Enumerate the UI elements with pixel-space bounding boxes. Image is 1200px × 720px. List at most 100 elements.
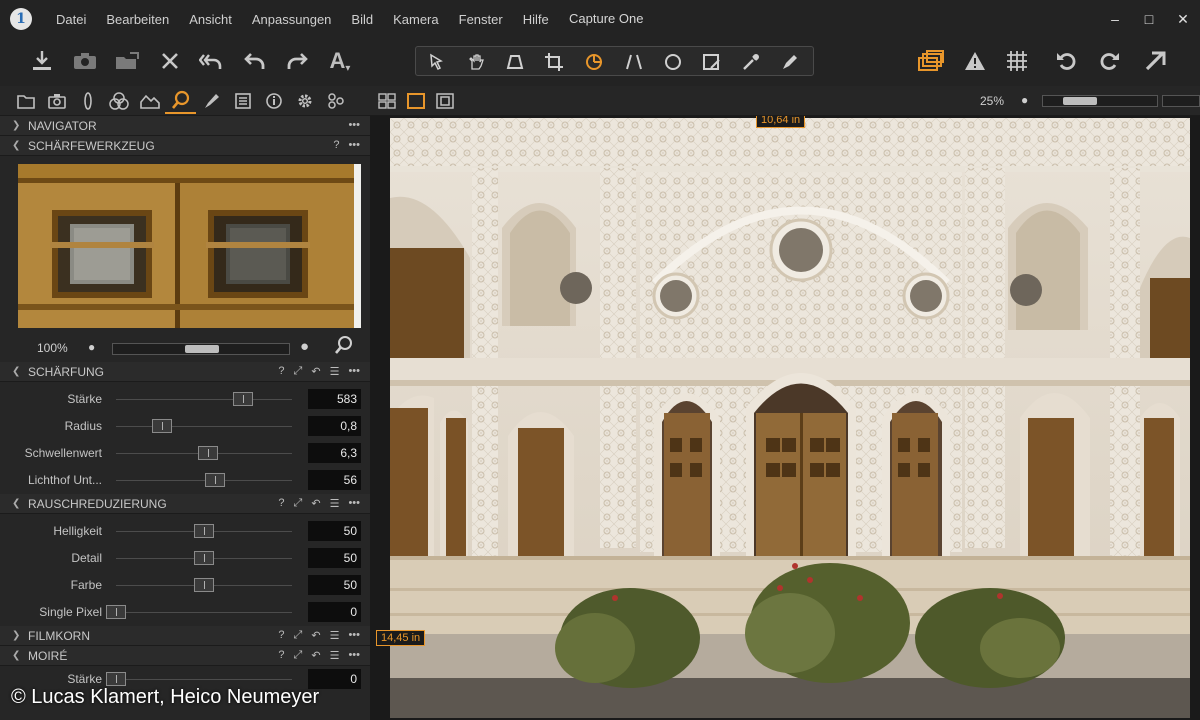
menu-item-fenster[interactable]: Fenster [449, 12, 513, 27]
export-icon[interactable] [112, 46, 142, 76]
help-icon[interactable]: ? [278, 649, 284, 662]
share-icon[interactable] [1140, 46, 1170, 76]
presets-icon[interactable]: ☰ [330, 629, 340, 642]
slider-value-field[interactable]: 0 [308, 602, 361, 622]
rotate-right-icon[interactable] [1094, 46, 1124, 76]
reset-icon[interactable]: ↶ [311, 649, 320, 662]
loupe-icon[interactable] [334, 335, 354, 360]
grid-icon[interactable] [1002, 46, 1032, 76]
focus-preview-image[interactable] [18, 164, 361, 328]
lens-icon[interactable] [72, 88, 103, 114]
text-tool-icon[interactable]: A ▾ [325, 46, 355, 76]
library-icon[interactable] [10, 88, 41, 114]
slider-value-field[interactable]: 56 [308, 470, 361, 490]
sharpening-tool-header[interactable]: ❮ SCHÄRFEWERKZEUG ? ••• [0, 136, 370, 156]
moire-header[interactable]: ❮ MOIRÉ ? ⤢ ↶ ☰ ••• [0, 646, 370, 666]
sharpening-header[interactable]: ❮ SCHÄRFUNG ? ⤢ ↶ ☰ ••• [0, 362, 370, 382]
expand-icon[interactable]: ⤢ [294, 365, 303, 378]
noise-reduction-header[interactable]: ❮ RAUSCHREDUZIERUNG ? ⤢ ↶ ☰ ••• [0, 494, 370, 514]
more-icon[interactable]: ••• [348, 497, 360, 510]
photo-canvas[interactable] [390, 118, 1190, 718]
metadata-icon[interactable] [227, 88, 258, 114]
viewer-zoom-knob[interactable] [1063, 97, 1097, 105]
presets-icon[interactable]: ☰ [330, 365, 340, 378]
menu-item-ansicht[interactable]: Ansicht [179, 12, 242, 27]
keystone-icon[interactable] [502, 51, 528, 73]
menu-item-bearbeiten[interactable]: Bearbeiten [96, 12, 179, 27]
camera-tab-icon[interactable] [41, 88, 72, 114]
slider-value-field[interactable]: 50 [308, 548, 361, 568]
info-icon[interactable] [258, 88, 289, 114]
presets-icon[interactable]: ☰ [330, 649, 340, 662]
crop-icon[interactable] [541, 51, 567, 73]
close-button[interactable]: ✕ [1166, 11, 1200, 28]
focus-zoom-knob[interactable] [185, 345, 219, 353]
more-icon[interactable]: ••• [348, 365, 360, 378]
adjustments-icon[interactable] [196, 88, 227, 114]
slider-value-field[interactable]: 50 [308, 575, 361, 595]
focus-zoom-slider[interactable] [112, 343, 290, 355]
slider-track[interactable] [116, 426, 292, 427]
viewer-zoom-slider[interactable] [1042, 95, 1158, 107]
more-icon[interactable]: ••• [348, 649, 360, 662]
stack-icon[interactable] [916, 46, 946, 76]
slider-thumb[interactable] [204, 473, 225, 487]
menu-item-anpassungen[interactable]: Anpassungen [242, 12, 342, 27]
details-icon[interactable] [165, 88, 196, 114]
more-icon[interactable]: ••• [348, 139, 360, 151]
erase-icon[interactable] [699, 51, 725, 73]
select-cursor-icon[interactable] [424, 51, 450, 73]
rotate-icon[interactable] [581, 51, 607, 73]
slider-track[interactable] [116, 399, 292, 400]
settings-icon[interactable] [289, 88, 320, 114]
help-icon[interactable]: ? [278, 629, 284, 642]
help-icon[interactable]: ? [278, 497, 284, 510]
warning-icon[interactable] [960, 46, 990, 76]
menu-item-kamera[interactable]: Kamera [383, 12, 449, 27]
brush-icon[interactable] [777, 51, 803, 73]
slider-value-field[interactable]: 0,8 [308, 416, 361, 436]
more-icon[interactable]: ••• [348, 119, 360, 131]
rotate-left-icon[interactable] [1052, 46, 1082, 76]
reset-icon[interactable]: ↶ [311, 629, 320, 642]
menu-item-datei[interactable]: Datei [46, 12, 96, 27]
film-grain-header[interactable]: ❯ FILMKORN ? ⤢ ↶ ☰ ••• [0, 626, 370, 646]
color-picker-icon[interactable] [738, 51, 764, 73]
proof-view-icon[interactable] [434, 91, 456, 111]
help-icon[interactable]: ? [278, 365, 284, 378]
slider-value-field[interactable]: 583 [308, 389, 361, 409]
delete-icon[interactable] [155, 46, 185, 76]
slider-track[interactable] [116, 612, 292, 613]
undo-all-icon[interactable] [196, 46, 226, 76]
viewer-size-slider[interactable] [1162, 95, 1200, 107]
slider-thumb[interactable] [194, 524, 214, 538]
slider-thumb[interactable] [151, 419, 172, 433]
slider-value-field[interactable]: 50 [308, 521, 361, 541]
single-view-icon[interactable] [405, 91, 427, 111]
minimize-button[interactable]: – [1098, 11, 1132, 27]
slider-thumb[interactable] [232, 392, 253, 406]
slider-thumb[interactable] [194, 578, 214, 592]
maximize-button[interactable]: □ [1132, 11, 1166, 27]
circle-mask-icon[interactable] [660, 51, 686, 73]
slider-thumb[interactable] [106, 672, 126, 686]
slider-track[interactable] [116, 679, 292, 680]
camera-icon[interactable] [70, 46, 100, 76]
menu-item-bild[interactable]: Bild [341, 12, 383, 27]
presets-icon[interactable]: ☰ [330, 497, 340, 510]
slider-value-field[interactable]: 6,3 [308, 443, 361, 463]
expand-icon[interactable]: ⤢ [294, 497, 303, 510]
import-icon[interactable] [27, 46, 57, 76]
pan-icon[interactable] [463, 51, 489, 73]
navigator-header[interactable]: ❯ NAVIGATOR ••• [0, 116, 370, 136]
help-icon[interactable]: ? [333, 139, 339, 151]
app-logo-icon[interactable]: 1 [10, 8, 32, 30]
more-icon[interactable]: ••• [348, 629, 360, 642]
slider-thumb[interactable] [194, 551, 214, 565]
exposure-icon[interactable] [134, 88, 165, 114]
slider-thumb[interactable] [106, 605, 126, 619]
straighten-icon[interactable] [621, 51, 647, 73]
expand-icon[interactable]: ⤢ [294, 629, 303, 642]
color-icon[interactable] [103, 88, 134, 114]
expand-icon[interactable]: ⤢ [294, 649, 303, 662]
